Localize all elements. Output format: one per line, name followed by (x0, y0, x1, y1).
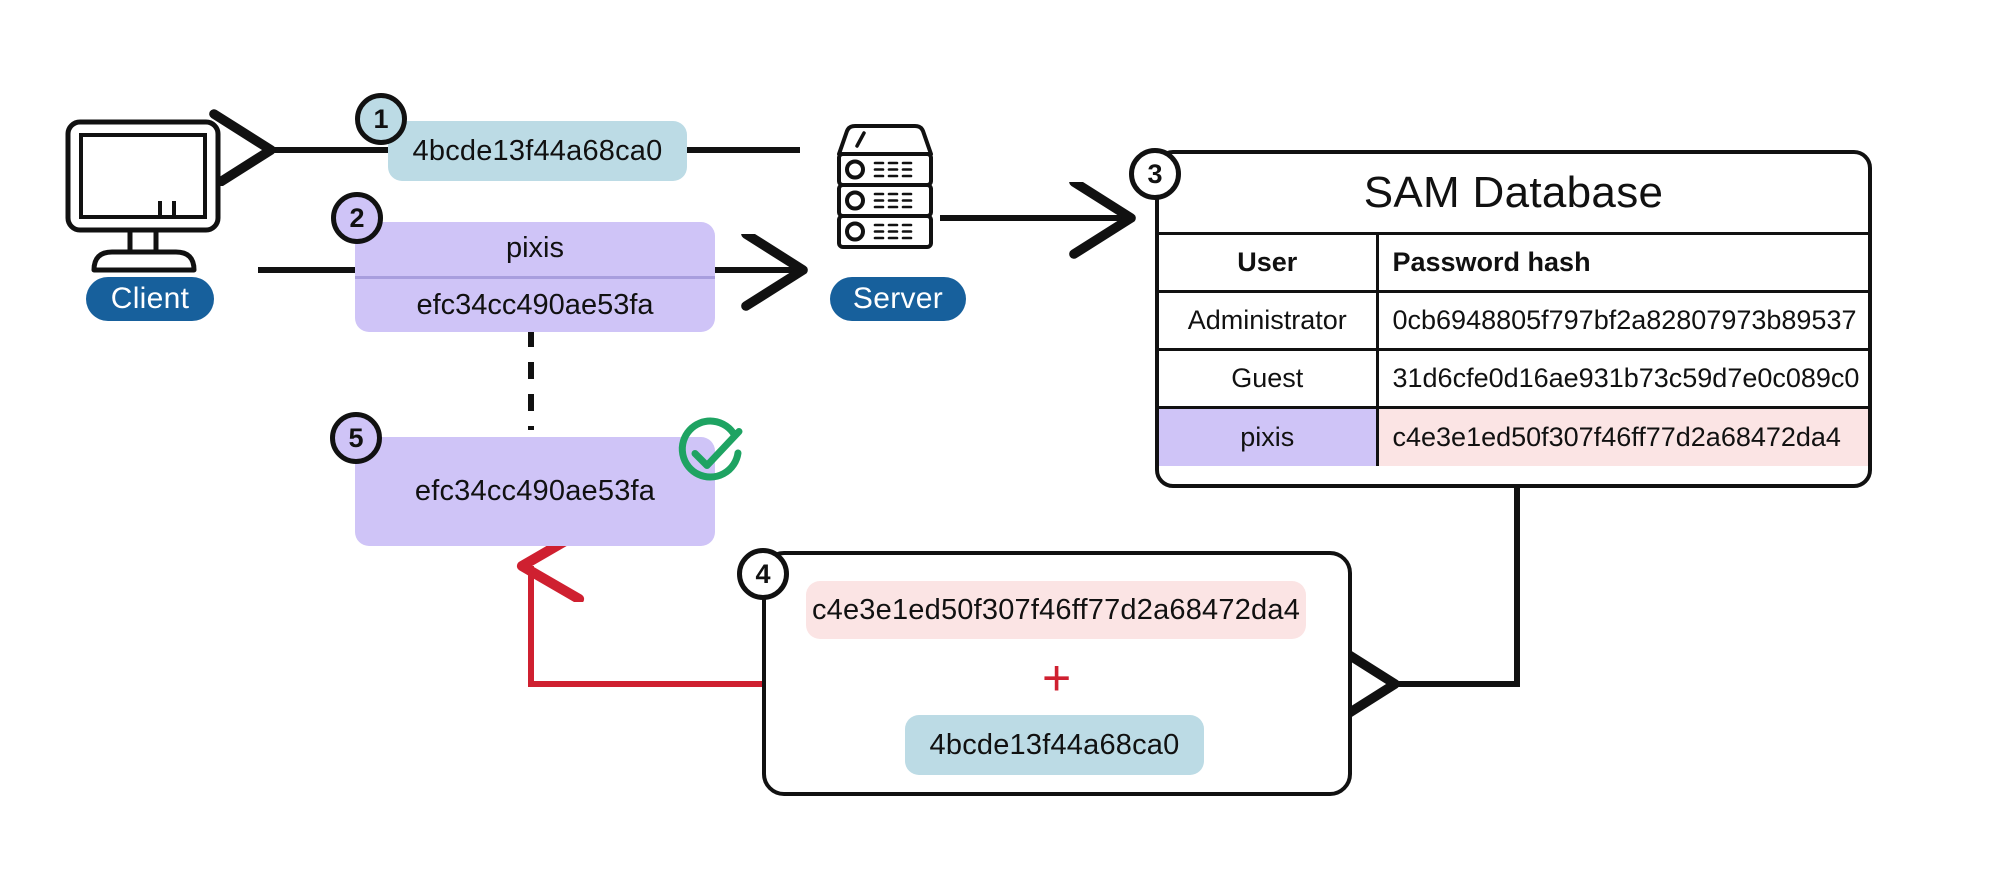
monitor-icon (65, 119, 221, 258)
step4-plus-operator: + (1042, 650, 1072, 706)
step1-challenge-value: 4bcde13f44a68ca0 (412, 134, 663, 167)
arrow-sam-to-step4 (1392, 487, 1520, 684)
table-header-row: User Password hash (1159, 232, 1868, 292)
step1-challenge-chip: 4bcde13f44a68ca0 (388, 121, 687, 181)
table-row[interactable]: Guest 31d6cfe0d16ae931b73c59d7e0c089c0 (1159, 348, 1868, 408)
step4-cracking-box: c4e3e1ed50f307f46ff77d2a68472da4 + 4bcde… (762, 551, 1352, 796)
check-circle-icon (678, 417, 743, 481)
step-3-number: 3 (1147, 158, 1163, 189)
step-1-marker: 1 (355, 93, 407, 145)
step-1-number: 1 (373, 103, 389, 134)
step5-response-chip: efc34cc490ae53fa (355, 437, 715, 546)
column-header-password-hash: Password hash (1377, 232, 1868, 292)
sam-database-panel: SAM Database User Password hash Administ… (1155, 150, 1872, 488)
server-rack-icon (837, 124, 933, 249)
step4-challenge-chip: 4bcde13f44a68ca0 (905, 715, 1204, 775)
step-2-marker: 2 (331, 192, 383, 244)
step-4-number: 4 (755, 558, 771, 589)
step5-response-value: efc34cc490ae53fa (414, 475, 656, 507)
client-label: Client (110, 282, 190, 315)
server-badge: Server (830, 277, 966, 321)
step-4-marker: 4 (737, 548, 789, 600)
step-3-marker: 3 (1129, 148, 1181, 200)
arrow-step4-to-step5 (531, 566, 762, 687)
cell-password-hash: 0cb6948805f797bf2a82807973b89537 (1377, 290, 1868, 350)
step2-response: efc34cc490ae53fa (416, 288, 654, 321)
step-2-number: 2 (349, 202, 365, 233)
step4-challenge-value: 4bcde13f44a68ca0 (929, 728, 1180, 761)
column-header-user: User (1159, 232, 1379, 292)
cell-user: Administrator (1159, 290, 1379, 350)
cell-password-hash: 31d6cfe0d16ae931b73c59d7e0c089c0 (1377, 348, 1868, 408)
sam-database-table: User Password hash Administrator 0cb6948… (1159, 232, 1868, 466)
step4-nt-hash-chip: c4e3e1ed50f307f46ff77d2a68472da4 (806, 581, 1306, 639)
server-label: Server (852, 282, 944, 315)
sam-database-title: SAM Database (1363, 168, 1664, 217)
cell-user: pixis (1159, 406, 1379, 466)
step-5-number: 5 (348, 422, 364, 453)
step4-nt-hash-value: c4e3e1ed50f307f46ff77d2a68472da4 (811, 593, 1301, 626)
step2-username: pixis (505, 232, 564, 265)
step-5-marker: 5 (330, 412, 382, 464)
diagram-canvas: Client Server 1 4bcde13f44a68ca0 2 pixis… (0, 0, 1999, 878)
monitor-base-icon (91, 249, 197, 273)
cell-user: Guest (1159, 348, 1379, 408)
cell-password-hash: c4e3e1ed50f307f46ff77d2a68472da4 (1377, 406, 1868, 466)
table-row[interactable]: Administrator 0cb6948805f797bf2a82807973… (1159, 290, 1868, 350)
table-row-highlighted[interactable]: pixis c4e3e1ed50f307f46ff77d2a68472da4 (1159, 406, 1868, 466)
client-badge: Client (86, 277, 214, 321)
step2-credential-chip: pixis efc34cc490ae53fa (355, 222, 715, 332)
